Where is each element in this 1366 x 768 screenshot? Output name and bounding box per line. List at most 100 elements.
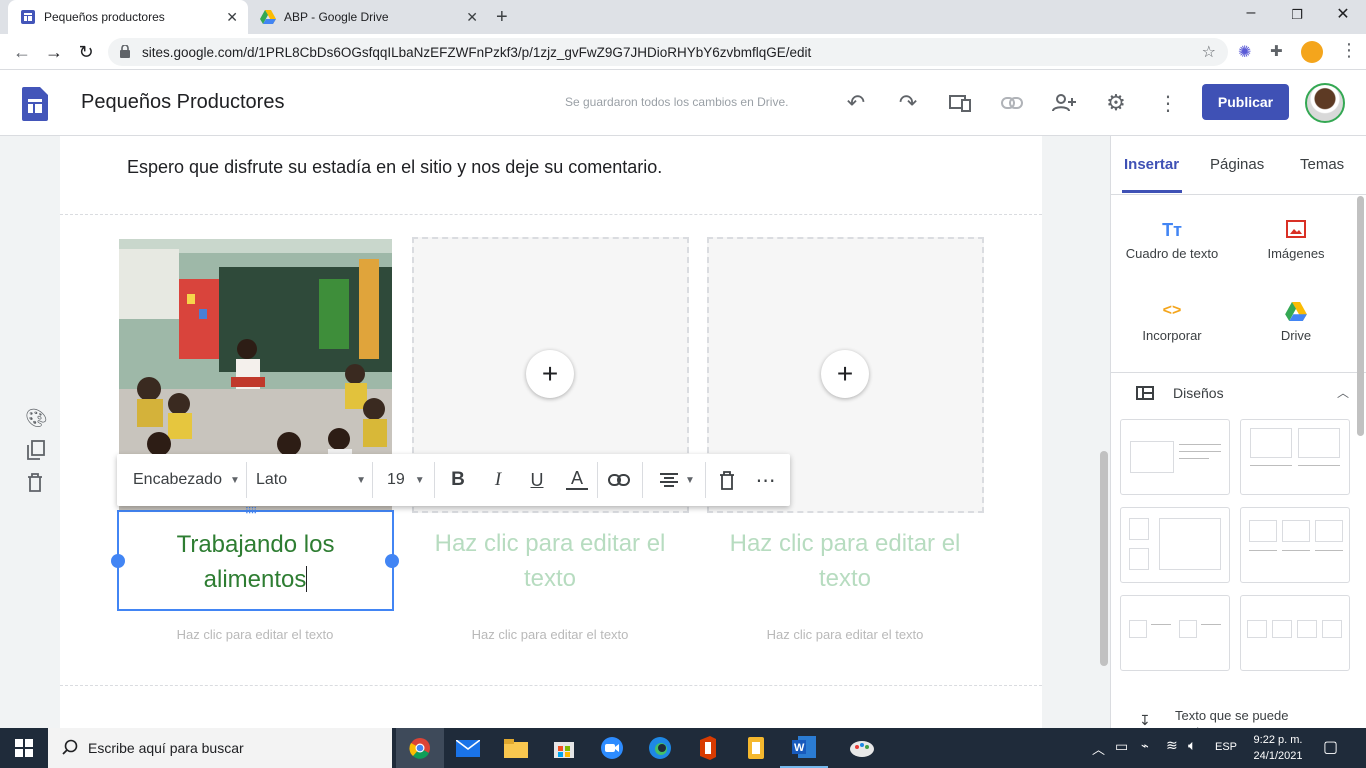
insert-text-box[interactable]: Tт Cuadro de texto	[1117, 220, 1227, 261]
section-style-palette-icon[interactable]: 🎨︎	[25, 408, 48, 429]
font-size-dropdown[interactable]: 19 ▼	[387, 468, 425, 492]
extensions-puzzle-icon[interactable]: ✚	[1270, 42, 1283, 60]
selected-text-box[interactable]: ⠿⠿ Trabajando los alimentos	[111, 506, 399, 611]
tab-paginas[interactable]: Páginas	[1210, 156, 1264, 173]
text-cursor	[306, 566, 308, 592]
chevron-up-icon[interactable]: ︿	[1092, 739, 1105, 758]
toolbar-divider	[434, 462, 435, 498]
more-options-icon[interactable]: ⋮	[1155, 90, 1181, 116]
settings-gear-icon[interactable]: ⚙	[1103, 90, 1129, 116]
duplicate-section-icon[interactable]	[27, 440, 45, 465]
text-color-icon[interactable]: A	[566, 468, 588, 490]
network-icon[interactable]: ⌁	[1141, 738, 1149, 754]
site-title[interactable]: Pequeños Productores	[81, 91, 284, 114]
volume-icon[interactable]: 🔈︎	[1188, 737, 1196, 754]
chevron-down-icon: ▼	[229, 474, 240, 486]
collapsible-text-label[interactable]: Texto que se puede contraer	[1175, 708, 1325, 728]
language-indicator[interactable]: ESP	[1215, 741, 1237, 753]
add-image-icon[interactable]: +	[821, 350, 869, 398]
bookmark-star-icon[interactable]: ☆	[1202, 42, 1216, 62]
layout-option[interactable]	[1240, 507, 1350, 583]
panel-scrollbar[interactable]	[1357, 196, 1364, 436]
insert-drive-label: Drive	[1280, 328, 1312, 343]
minimize-window-icon[interactable]: –	[1228, 4, 1274, 22]
close-window-icon[interactable]: ✕	[1320, 4, 1366, 24]
intro-text[interactable]: Espero que disfrute su estadía en el sit…	[127, 157, 662, 178]
caption-placeholder[interactable]: Haz clic para editar el texto	[117, 627, 393, 642]
sites-favicon-icon	[20, 9, 36, 25]
insert-drive[interactable]: Drive	[1241, 302, 1351, 343]
heading-placeholder[interactable]: Haz clic para editar el texto	[412, 526, 688, 596]
align-dropdown[interactable]: ▼	[657, 468, 697, 492]
undo-icon[interactable]: ↶	[843, 90, 869, 116]
insert-link-icon[interactable]	[606, 468, 632, 492]
address-bar[interactable]: sites.google.com/d/1PRL8CbDs6OGsfqqILbaN…	[108, 38, 1228, 66]
delete-section-icon[interactable]	[27, 473, 43, 497]
back-icon[interactable]: ←	[10, 40, 34, 64]
paint-taskbar-icon[interactable]	[838, 728, 886, 768]
file-explorer-taskbar-icon[interactable]	[492, 728, 540, 768]
tab-pequenos-productores[interactable]: Pequeños productores ✕	[8, 0, 248, 34]
notifications-icon[interactable]: ▢	[1323, 737, 1338, 757]
resize-handle-top-icon[interactable]: ⠿⠿	[245, 506, 257, 517]
avatar[interactable]	[1305, 83, 1345, 123]
extension-icon[interactable]: ✺	[1238, 42, 1251, 62]
panel-divider	[1111, 194, 1366, 195]
chrome-taskbar-icon[interactable]	[396, 728, 444, 768]
more-actions-icon[interactable]: ⋯	[755, 468, 777, 492]
reload-icon[interactable]: ↻	[74, 40, 98, 64]
mail-taskbar-icon[interactable]	[444, 728, 492, 768]
canvas-scrollbar[interactable]	[1100, 451, 1108, 666]
notes-taskbar-icon[interactable]	[732, 728, 780, 768]
zoom-taskbar-icon[interactable]	[588, 728, 636, 768]
share-icon[interactable]	[1051, 90, 1077, 116]
tab-abp-google-drive[interactable]: ABP - Google Drive ✕	[248, 0, 488, 34]
redo-icon[interactable]: ↷	[895, 90, 921, 116]
heading-placeholder[interactable]: Haz clic para editar el texto	[707, 526, 983, 596]
clock-time: 9:22 p. m.	[1253, 734, 1303, 746]
delete-icon[interactable]	[717, 468, 737, 492]
caption-placeholder[interactable]: Haz clic para editar el texto	[707, 627, 983, 642]
clock[interactable]: 9:22 p. m. 24/1/2021	[1249, 732, 1307, 764]
windows-start-icon[interactable]	[0, 728, 48, 768]
google-sites-logo-icon[interactable]	[22, 87, 48, 126]
layout-option[interactable]	[1240, 419, 1350, 495]
forward-icon[interactable]: →	[42, 40, 66, 64]
tab-insertar[interactable]: Insertar	[1124, 156, 1179, 173]
preview-devices-icon[interactable]	[947, 90, 973, 116]
insert-images[interactable]: Imágenes	[1241, 220, 1351, 261]
layout-option[interactable]	[1120, 595, 1230, 671]
word-taskbar-icon[interactable]: W	[780, 728, 828, 768]
paragraph-style-dropdown[interactable]: Encabezado ▼	[133, 468, 240, 492]
tab-temas[interactable]: Temas	[1300, 156, 1344, 173]
layouts-label[interactable]: Diseños	[1173, 385, 1224, 401]
chevron-up-icon[interactable]: ︿	[1337, 384, 1349, 401]
new-tab-button[interactable]: +	[496, 6, 508, 29]
browser-menu-icon[interactable]: ⋮	[1340, 40, 1358, 61]
close-tab-icon[interactable]: ✕	[466, 9, 478, 26]
layout-option[interactable]	[1120, 507, 1230, 583]
insert-embed[interactable]: <> Incorporar	[1117, 302, 1227, 343]
layout-option[interactable]	[1120, 419, 1230, 495]
copy-link-icon[interactable]	[999, 90, 1025, 116]
align-center-icon	[660, 473, 679, 487]
italic-icon[interactable]: I	[487, 468, 509, 492]
layout-option[interactable]	[1240, 595, 1350, 671]
restore-window-icon[interactable]: ❐	[1274, 7, 1320, 23]
underline-icon[interactable]: U	[526, 468, 548, 492]
battery-icon[interactable]: ▭	[1115, 738, 1128, 755]
profile-icon[interactable]	[1301, 41, 1323, 63]
office-taskbar-icon[interactable]	[684, 728, 732, 768]
edge-taskbar-icon[interactable]	[636, 728, 684, 768]
taskbar-search[interactable]: Escribe aquí para buscar	[48, 728, 392, 768]
font-dropdown[interactable]: Lato ▼	[256, 468, 366, 492]
close-tab-icon[interactable]: ✕	[226, 9, 238, 26]
store-taskbar-icon[interactable]	[540, 728, 588, 768]
add-image-icon[interactable]: +	[526, 350, 574, 398]
bold-icon[interactable]: B	[447, 468, 469, 492]
publish-button[interactable]: Publicar	[1202, 84, 1289, 120]
column-heading[interactable]: Trabajando los alimentos	[119, 527, 392, 597]
wifi-icon[interactable]: ≋	[1166, 737, 1178, 754]
search-icon	[62, 739, 78, 758]
caption-placeholder[interactable]: Haz clic para editar el texto	[412, 627, 688, 642]
